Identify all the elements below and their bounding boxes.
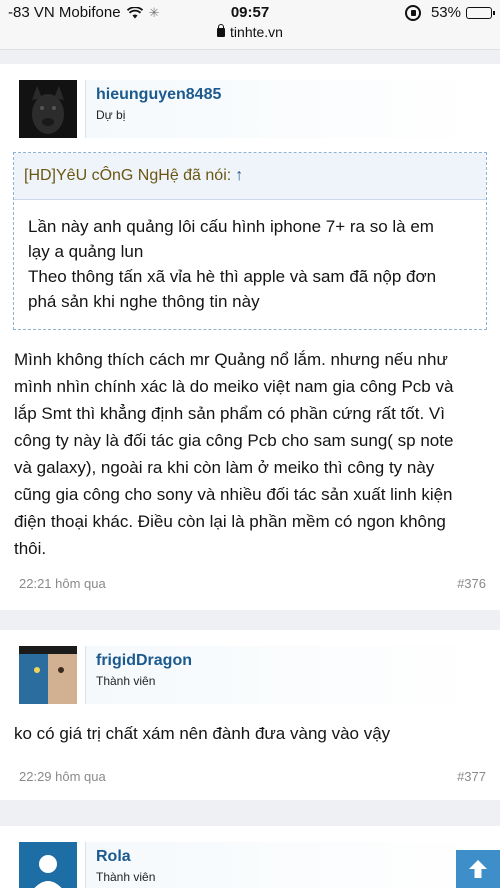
message-line: lắp Smt thì khẳng định sản phẩm có phần … [14,404,445,423]
url-text: tinhte.vn [230,24,283,40]
user-card: frigidDragon Thành viên [85,646,486,704]
post-meta: 22:21 hôm qua #376 [19,576,486,591]
user-card: hieunguyen8485 Dự bị [85,80,486,138]
quote-line: Lần này anh quảng lôi cấu hình iphone 7+… [28,217,434,236]
message-line: thôi. [14,539,47,558]
scroll-top-button[interactable] [456,850,500,888]
avatar[interactable] [19,80,77,138]
quote-line: lạy a quảng lun [28,242,144,261]
user-title: Thành viên [96,674,156,688]
post-message: Mình không thích cách mr Quảng nổ lắm. n… [14,346,486,562]
battery-info: 53% [404,4,495,21]
user-title: Dự bị [96,108,126,122]
lock-icon [217,24,226,37]
status-bar: -83 VN Mobifone ✳ 09:57 53% tinhte.vn [0,0,500,50]
rotation-lock-icon [404,4,421,21]
user-title: Thành viên [96,870,156,884]
quote-block: [HD]YêU cÔnG NgHệ đã nói: ↑ Lần này anh q… [13,152,487,330]
post: frigidDragon Thành viên ko có giá trị ch… [0,630,500,800]
url-bar[interactable]: tinhte.vn [0,24,500,40]
quote-line: Theo thông tấn xã vỉa hè thì apple và sa… [28,267,437,286]
avatar-face-image [19,646,77,704]
message-line: công ty này là đối tác gia công Pcb cho … [14,431,454,450]
avatar[interactable] [19,646,77,704]
message-line: điện thoại khác. Điều còn lại là phần mề… [14,512,446,531]
post-number[interactable]: #377 [457,769,486,784]
post-time[interactable]: 22:29 hôm qua [19,769,106,784]
arrow-up-icon [469,860,487,878]
post: Rola Thành viên [0,826,500,888]
post-number[interactable]: #376 [457,576,486,591]
user-card: Rola Thành viên [85,842,486,888]
username[interactable]: frigidDragon [96,652,486,670]
post-meta: 22:29 hôm qua #377 [19,769,486,784]
quote-body: Lần này anh quảng lôi cấu hình iphone 7+… [14,200,486,314]
message-line: Mình không thích cách mr Quảng nổ lắm. n… [14,350,448,369]
username[interactable]: hieunguyen8485 [96,86,486,104]
username[interactable]: Rola [96,848,486,866]
quote-author[interactable]: [HD]YêU cÔnG NgHệ đã nói: [24,167,231,184]
post-time[interactable]: 22:21 hôm qua [19,576,106,591]
message-line: và galaxy), ngoài ra khi còn làm ở meiko… [14,458,435,477]
post-message: ko có giá trị chất xám nên đành đưa vàng… [14,724,391,743]
message-line: mình nhìn chính xác là do meiko việt nam… [14,377,454,396]
dog-avatar-image [19,80,77,138]
message-line: cũng gia công cho sony và nhiều đối tác … [14,485,453,504]
quote-header: [HD]YêU cÔnG NgHệ đã nói: ↑ [14,153,486,200]
post: hieunguyen8485 Dự bị [HD]YêU cÔnG NgHệ đ… [0,64,500,610]
quote-line: phá sản khi nghe thông tin này [28,292,260,311]
battery-icon [466,6,495,19]
quote-jump-arrow-icon[interactable]: ↑ [235,167,243,184]
battery-percent: 53% [430,4,461,21]
avatar[interactable] [19,842,77,888]
default-avatar-icon [19,842,77,888]
